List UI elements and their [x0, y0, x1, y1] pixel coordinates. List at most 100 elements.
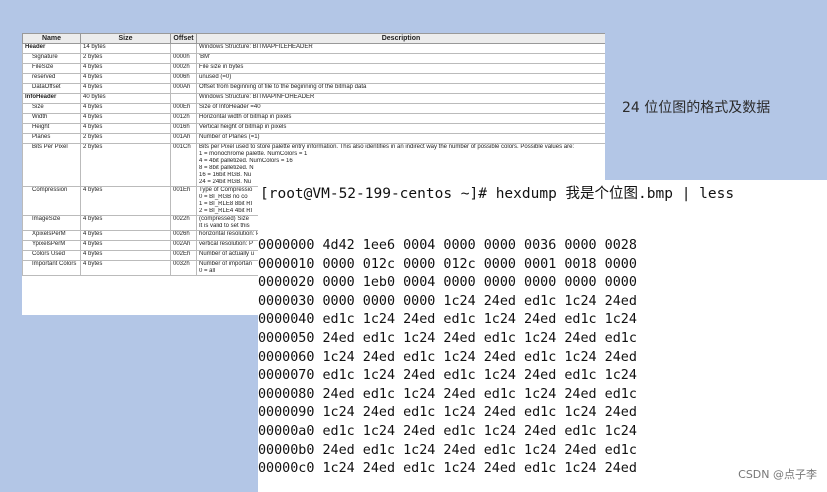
table-section-row: InfoHeader 40 bytes Windows Structure: BIT… — [22, 93, 605, 104]
cell-size: 2 bytes — [80, 133, 171, 144]
description-line: 1 = monochrome palette. NumColors = 1 — [199, 151, 308, 157]
cell-name: Bits Per Pixel — [22, 143, 81, 187]
cell-name: Signature — [22, 53, 81, 64]
table-header-row: Name Size Offset Description — [22, 33, 605, 44]
cell-offset: 0000h — [170, 53, 197, 64]
cell-size: 4 bytes — [80, 250, 171, 261]
cell-description: Size of InfoHeader =40 — [196, 103, 605, 114]
description-line: 'BM' — [199, 54, 211, 61]
description-line: Vertical height of bitmap in pixels — [199, 124, 287, 131]
cell-name: Header — [22, 43, 81, 54]
description-line: 8 = 8bit palletized. N — [199, 165, 254, 171]
cell-offset: 002Eh — [170, 250, 197, 261]
table-row: Size 4 bytes 000Eh Size of InfoHeader =40 — [22, 103, 605, 114]
table-row: reserved 4 bytes 0006h unused (=0) — [22, 73, 605, 84]
cell-size: 4 bytes — [80, 260, 171, 276]
cell-description: Horizontal width of bitmap in pixels — [196, 113, 605, 124]
column-header-size: Size — [80, 33, 171, 44]
cell-size: 4 bytes — [80, 73, 171, 84]
table-section-row: Header 14 bytes Windows Structure: BITMAPF… — [22, 43, 605, 54]
cell-name: Compression — [22, 186, 81, 216]
cell-size: 4 bytes — [80, 113, 171, 124]
table-row: Width 4 bytes 0012h Horizontal width of bit… — [22, 113, 605, 124]
cell-name: Colors Used — [22, 250, 81, 261]
terminal-window[interactable]: [root@VM-52-199-centos ~]# hexdump 我是个位图… — [258, 180, 827, 492]
cell-description: Windows Structure: BITMAPINFOHEADER — [196, 93, 605, 104]
cell-offset: 0012h — [170, 113, 197, 124]
cell-description: Number of Planes (=1) — [196, 133, 605, 144]
cell-name: Important Colors — [22, 260, 81, 276]
cell-name: XpixelsPerM — [22, 230, 81, 241]
cell-description: File size in bytes — [196, 63, 605, 74]
cell-description: Offset from beginning of file to the beg… — [196, 83, 605, 94]
cell-offset: 0002h — [170, 63, 197, 74]
hexdump-row: 0000070 ed1c 1c24 24ed ed1c 1c24 24ed ed… — [258, 368, 637, 384]
cell-description: Windows Structure: BITMAPFILEHEADER — [196, 43, 605, 54]
cell-size: 2 bytes — [80, 143, 171, 187]
cell-description: 'BM' — [196, 53, 605, 64]
cell-offset: 0032h — [170, 260, 197, 276]
cell-offset: 001Ch — [170, 143, 197, 187]
hexdump-output: 0000000 4d42 1ee6 0004 0000 0000 0036 00… — [258, 237, 637, 479]
hexdump-row: 0000000 4d42 1ee6 0004 0000 0000 0036 00… — [258, 238, 637, 253]
hexdump-row: 0000010 0000 012c 0000 012c 0000 0001 00… — [258, 256, 637, 272]
description-line: Size of InfoHeader =40 — [199, 104, 261, 111]
description-line: Number of Planes (=1) — [199, 134, 260, 141]
description-line: Offset from beginning of file to the beg… — [199, 84, 367, 91]
cell-size: 4 bytes — [80, 63, 171, 74]
cell-name: Planes — [22, 133, 81, 144]
cell-offset: 002Ah — [170, 240, 197, 251]
cell-name: ImageSize — [22, 215, 81, 231]
hexdump-row: 0000060 1c24 24ed ed1c 1c24 24ed ed1c 1c… — [258, 349, 637, 365]
cell-offset — [170, 43, 197, 54]
cell-name: YpixelsPerM — [22, 240, 81, 251]
cell-description: Vertical height of bitmap in pixels — [196, 123, 605, 134]
cell-size: 4 bytes — [80, 230, 171, 241]
description-line: 4 = 4bit palletized. NumColors = 16 — [199, 158, 293, 164]
table-row: FileSize 4 bytes 0002h File size in bytes — [22, 63, 605, 74]
cell-name: Size — [22, 103, 81, 114]
cell-size: 40 bytes — [80, 93, 171, 104]
cell-name: InfoHeader — [22, 93, 81, 104]
cell-size: 4 bytes — [80, 83, 171, 94]
watermark: CSDN @点子李 — [738, 468, 817, 481]
cell-size: 2 bytes — [80, 53, 171, 64]
cell-offset: 001Eh — [170, 186, 197, 216]
cell-size: 4 bytes — [80, 240, 171, 251]
hexdump-row: 0000040 ed1c 1c24 24ed ed1c 1c24 24ed ed… — [258, 312, 637, 328]
cell-size: 4 bytes — [80, 123, 171, 134]
terminal-command-line: [root@VM-52-199-centos ~]# hexdump 我是个位图… — [260, 186, 735, 202]
description-line: Windows Structure: BITMAPFILEHEADER — [199, 44, 313, 51]
description-line: Windows Structure: BITMAPINFOHEADER — [199, 94, 315, 101]
cell-name: DataOffset — [22, 83, 81, 94]
cell-offset: 001Ah — [170, 133, 197, 144]
column-header-name: Name — [22, 33, 81, 44]
hexdump-row: 0000030 0000 0000 0000 1c24 24ed ed1c 1c… — [258, 293, 637, 309]
cell-offset: 0006h — [170, 73, 197, 84]
cell-offset — [170, 93, 197, 104]
table-row: Planes 2 bytes 001Ah Number of Planes (=1) — [22, 133, 605, 144]
cell-name: Width — [22, 113, 81, 124]
description-line: unused (=0) — [199, 74, 232, 81]
hexdump-row: 0000020 0000 1eb0 0004 0000 0000 0000 00… — [258, 275, 637, 291]
column-header-offset: Offset — [170, 33, 197, 44]
cell-offset: 0022h — [170, 215, 197, 231]
table-row: Height 4 bytes 0016h Vertical height of bit… — [22, 123, 605, 134]
cell-offset: 000Ah — [170, 83, 197, 94]
column-header-description: Description — [196, 33, 605, 44]
description-line: Horizontal width of bitmap in pixels — [199, 114, 292, 121]
cell-size: 4 bytes — [80, 103, 171, 114]
cell-offset: 0026h — [170, 230, 197, 241]
description-line: 16 = 16bit RGB. Nu — [199, 172, 252, 178]
hexdump-row: 0000090 1c24 24ed ed1c 1c24 24ed ed1c 1c… — [258, 405, 637, 421]
hexdump-row: 0000080 24ed ed1c 1c24 24ed ed1c 1c24 24… — [258, 386, 637, 402]
hexdump-row: 00000b0 24ed ed1c 1c24 24ed ed1c 1c24 24… — [258, 442, 637, 458]
cell-size: 4 bytes — [80, 215, 171, 231]
cell-description: unused (=0) — [196, 73, 605, 84]
hexdump-row: 00000a0 ed1c 1c24 24ed ed1c 1c24 24ed ed… — [258, 423, 637, 439]
cell-name: reserved — [22, 73, 81, 84]
figure-caption: 24 位位图的格式及数据 — [622, 100, 771, 116]
cell-size: 14 bytes — [80, 43, 171, 54]
cell-name: Height — [22, 123, 81, 134]
table-row: DataOffset 4 bytes 000Ah Offset from beginn… — [22, 83, 605, 94]
